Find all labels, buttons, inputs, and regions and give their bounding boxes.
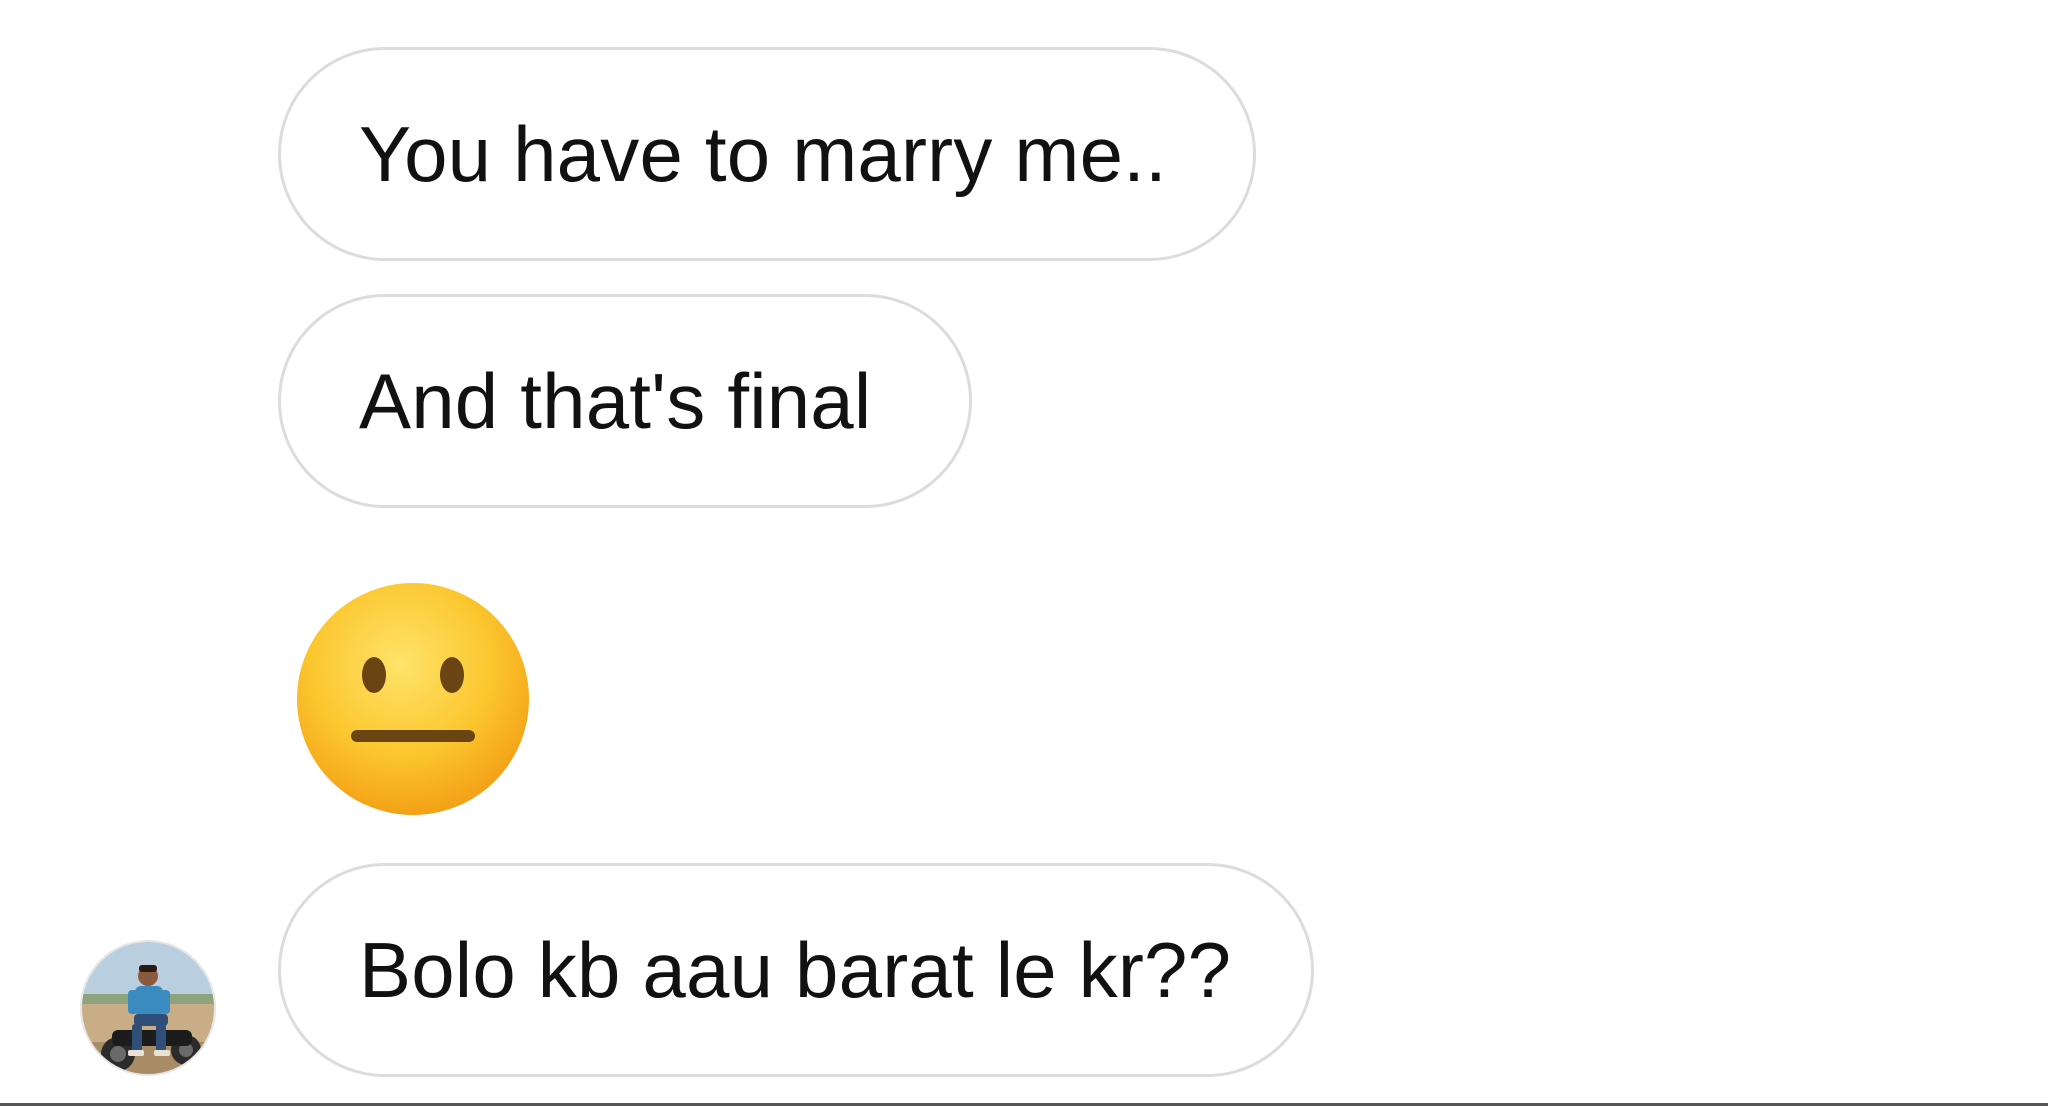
message-bubble[interactable]: And that's final bbox=[278, 294, 972, 508]
neutral-face-emoji-icon[interactable] bbox=[294, 580, 532, 818]
avatar[interactable] bbox=[80, 940, 216, 1076]
message-text: And that's final bbox=[359, 356, 872, 445]
message-bubble[interactable]: You have to marry me.. bbox=[278, 47, 1256, 261]
message-text: Bolo kb aau barat le kr?? bbox=[359, 925, 1232, 1014]
message-bubble[interactable]: Bolo kb aau barat le kr?? bbox=[278, 863, 1314, 1077]
message-text: You have to marry me.. bbox=[359, 109, 1167, 198]
message-thread: You have to marry me.. And that's final … bbox=[0, 0, 2048, 1106]
